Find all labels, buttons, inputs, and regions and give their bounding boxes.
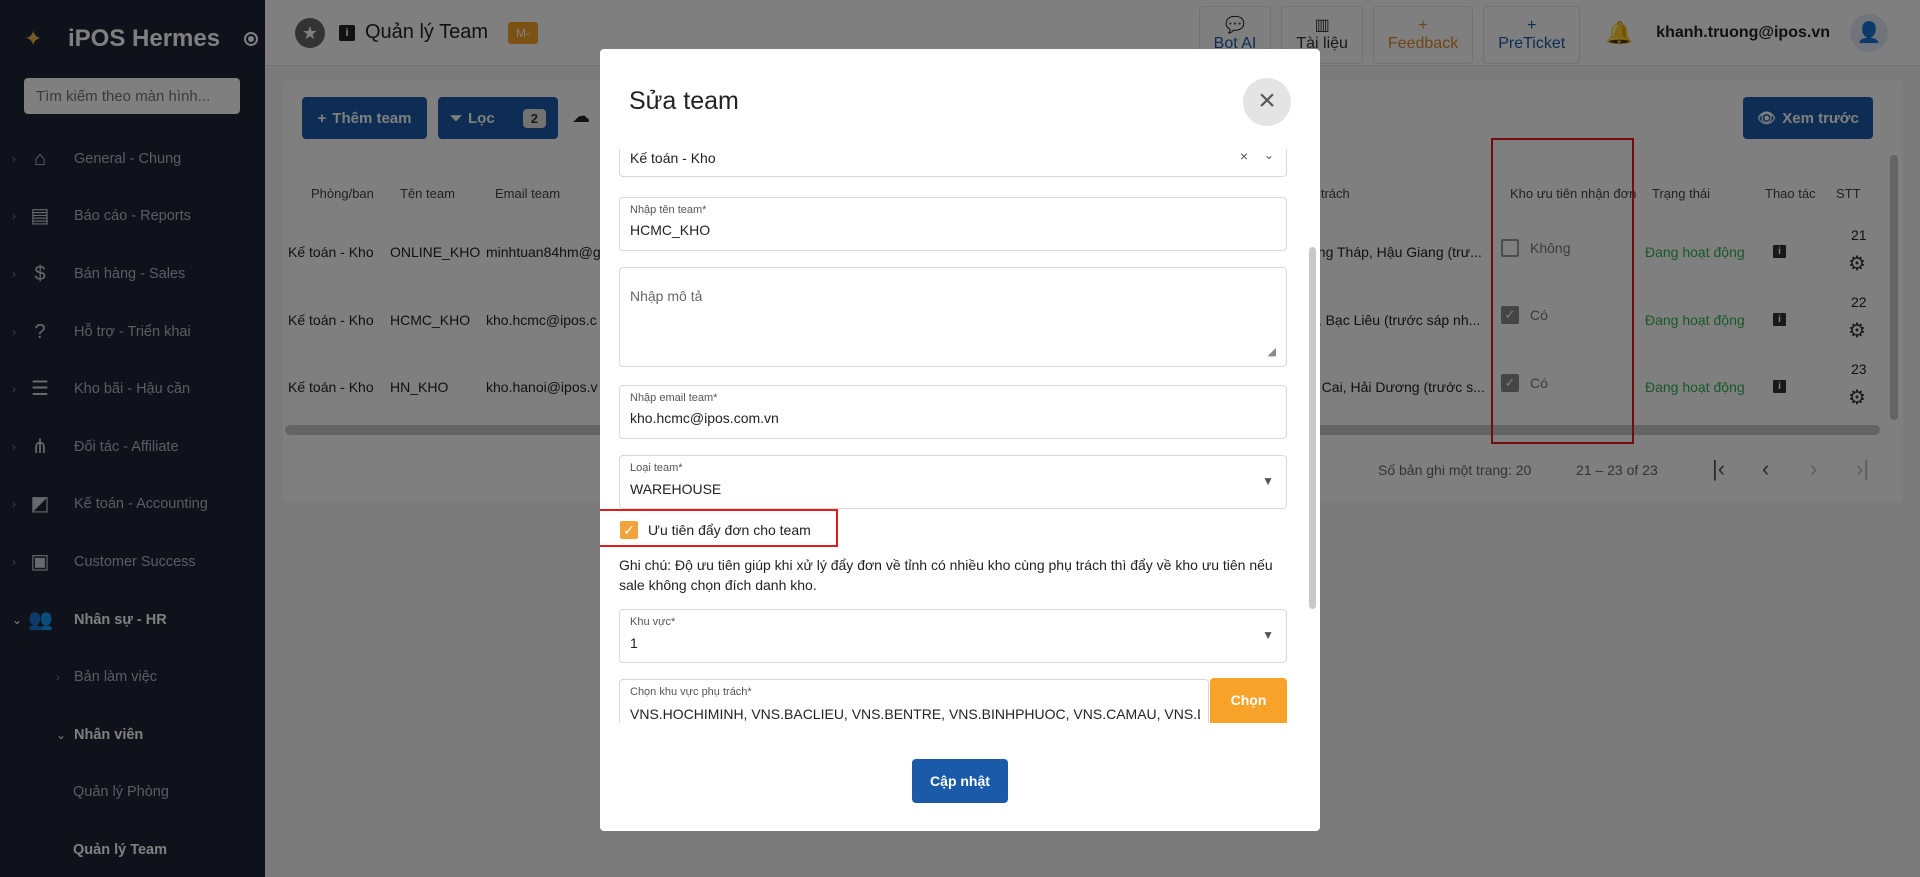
clear-icon[interactable]: × [1240,149,1248,164]
team-type-select[interactable]: Loại team* WAREHOUSE ▼ [619,455,1287,509]
team-name-field[interactable]: Nhập tên team* HCMC_KHO [619,197,1287,251]
update-button[interactable]: Cập nhật [912,759,1008,803]
resize-handle-icon[interactable]: ◢ [1268,345,1276,358]
dropdown-arrow-icon: ▼ [1262,474,1274,488]
close-icon[interactable]: × [1243,78,1291,126]
team-email-field[interactable]: Nhập email team* kho.hcmc@ipos.com.vn [619,385,1287,439]
team-type-label: Loại team* [630,462,683,474]
chevron-down-icon: ⌄ [1263,149,1274,162]
dialog-body: Kế toán - Kho × ⌄ Nhập tên team* HCMC_KH… [600,149,1320,723]
description-textarea[interactable]: Nhập mô tả ◢ [619,267,1287,367]
choose-area-button[interactable]: Chọn [1210,678,1287,723]
dialog-title: Sửa team [629,87,739,115]
dept-select[interactable]: Kế toán - Kho × ⌄ [619,149,1287,177]
highlight-box-priority [600,509,838,547]
area-select[interactable]: Chọn khu vực phụ trách* VNS.HOCHIMINH, V… [619,679,1209,723]
dialog-scrollbar[interactable] [1309,247,1316,609]
region-value: 1 [630,635,638,651]
region-label: Khu vực* [630,616,676,628]
team-email-label: Nhập email team* [630,392,718,404]
dept-value: Kế toán - Kho [630,150,716,166]
region-select[interactable]: Khu vực* 1 ▼ [619,609,1287,663]
team-name-label: Nhập tên team* [630,204,707,216]
team-name-value: HCMC_KHO [630,222,711,238]
priority-note: Ghi chú: Độ ưu tiên giúp khi xử lý đẩy đ… [619,557,1273,593]
team-type-value: WAREHOUSE [630,481,722,497]
dropdown-arrow-icon: ▼ [1262,628,1274,642]
edit-team-dialog: Sửa team × Kế toán - Kho × ⌄ Nhập tên te… [600,49,1320,831]
description-placeholder: Nhập mô tả [630,288,703,304]
area-value: VNS.HOCHIMINH, VNS.BACLIEU, VNS.BENTRE, … [630,706,1200,722]
area-label: Chọn khu vực phụ trách* [630,686,752,698]
team-email-value: kho.hcmc@ipos.com.vn [630,410,779,426]
